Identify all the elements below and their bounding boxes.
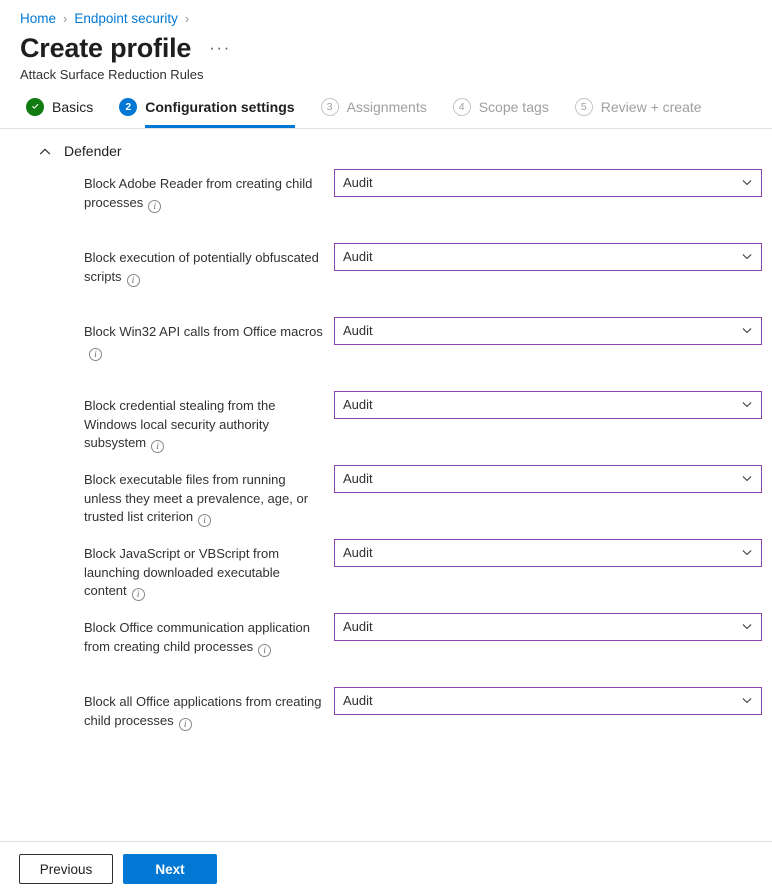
active-tab-indicator [145, 125, 295, 128]
setting-control: Audit [334, 387, 762, 419]
setting-label-text: Block all Office applications from creat… [84, 694, 322, 728]
setting-row: Block execution of potentially obfuscate… [0, 239, 772, 313]
settings-list: Block Adobe Reader from creating child p… [0, 159, 772, 757]
setting-label: Block execution of potentially obfuscate… [84, 239, 334, 287]
setting-label: Block Win32 API calls from Office macros… [84, 313, 334, 361]
wizard-footer: Previous Next [0, 841, 772, 896]
setting-label: Block credential stealing from the Windo… [84, 387, 334, 453]
tab-assignments[interactable]: 3 Assignments [320, 92, 427, 128]
setting-label: Block Adobe Reader from creating child p… [84, 165, 334, 213]
chevron-up-icon [39, 148, 51, 155]
setting-control: Audit [334, 461, 762, 493]
footer-buttons: Previous Next [0, 842, 772, 884]
page-subtitle: Attack Surface Reduction Rules [20, 67, 204, 82]
setting-control: Audit [334, 313, 762, 345]
setting-label-text: Block credential stealing from the Windo… [84, 398, 276, 450]
setting-control: Audit [334, 165, 762, 197]
setting-dropdown[interactable]: Audit [334, 687, 762, 715]
setting-dropdown-value: Audit [343, 249, 373, 264]
setting-dropdown-value: Audit [343, 323, 373, 338]
chevron-down-icon [742, 550, 752, 556]
chevron-down-icon [742, 180, 752, 186]
page-header: Create profile ··· [0, 24, 772, 64]
tab-review-create-label: Review + create [600, 98, 702, 115]
setting-dropdown[interactable]: Audit [334, 465, 762, 493]
tab-scope-tags-label: Scope tags [478, 98, 549, 115]
setting-label-text: Block Win32 API calls from Office macros [84, 324, 323, 339]
section-header-defender[interactable]: Defender [0, 129, 772, 159]
info-icon[interactable]: i [198, 514, 212, 527]
info-icon[interactable]: i [131, 588, 145, 601]
chevron-down-icon [742, 402, 752, 408]
setting-dropdown[interactable]: Audit [334, 169, 762, 197]
info-icon[interactable]: i [148, 199, 162, 213]
step-number-badge: 2 [119, 97, 138, 116]
breadcrumb-item-endpoint-security[interactable]: Endpoint security [74, 11, 178, 26]
breadcrumb: Home › Endpoint security › [0, 0, 772, 26]
tab-configuration-settings[interactable]: 2 Configuration settings [119, 92, 295, 128]
chevron-down-icon [742, 624, 752, 630]
setting-control: Audit [334, 239, 762, 271]
setting-dropdown-value: Audit [343, 693, 373, 708]
setting-row: Block all Office applications from creat… [0, 683, 772, 757]
setting-dropdown[interactable]: Audit [334, 391, 762, 419]
step-complete-icon [26, 97, 44, 116]
setting-control: Audit [334, 609, 762, 641]
chevron-down-icon [742, 698, 752, 704]
step-number-badge: 3 [320, 97, 339, 116]
setting-dropdown-value: Audit [343, 175, 373, 190]
tab-configuration-settings-label: Configuration settings [145, 98, 295, 115]
info-icon[interactable]: i [178, 717, 192, 731]
step-number-badge: 4 [452, 97, 471, 116]
setting-dropdown-value: Audit [343, 619, 373, 634]
setting-dropdown-value: Audit [343, 545, 373, 560]
setting-label-text: Block execution of potentially obfuscate… [84, 250, 319, 284]
setting-dropdown-value: Audit [343, 397, 373, 412]
setting-label: Block all Office applications from creat… [84, 683, 334, 731]
chevron-down-icon [742, 254, 752, 260]
configuration-settings-panel: Defender Block Adobe Reader from creatin… [0, 129, 772, 757]
more-options-icon[interactable]: ··· [205, 39, 234, 57]
breadcrumb-separator-icon: › [63, 10, 68, 26]
setting-row: Block Office communication application f… [0, 609, 772, 683]
tab-assignments-label: Assignments [346, 98, 427, 115]
setting-label: Block Office communication application f… [84, 609, 334, 657]
setting-row: Block Win32 API calls from Office macros… [0, 313, 772, 387]
setting-label-text: Block executable files from running unle… [84, 472, 309, 524]
setting-label-text: Block JavaScript or VBScript from launch… [84, 546, 280, 598]
tab-basics[interactable]: Basics [26, 92, 93, 128]
breadcrumb-separator-icon: › [184, 10, 190, 26]
setting-row: Block executable files from running unle… [0, 461, 772, 535]
setting-row: Block Adobe Reader from creating child p… [0, 165, 772, 239]
breadcrumb-item-home[interactable]: Home [20, 11, 56, 26]
tab-review-create[interactable]: 5 Review + create [574, 92, 702, 128]
section-title-defender: Defender [64, 143, 122, 159]
setting-control: Audit [334, 535, 762, 567]
setting-dropdown[interactable]: Audit [334, 317, 762, 345]
info-icon[interactable]: i [258, 643, 272, 657]
info-icon[interactable]: i [126, 273, 140, 287]
tab-basics-label: Basics [52, 98, 94, 115]
setting-label-text: Block Adobe Reader from creating child p… [84, 176, 313, 210]
info-icon[interactable]: i [151, 440, 165, 453]
step-number-badge: 5 [574, 97, 593, 116]
chevron-down-icon [742, 328, 752, 334]
setting-row: Block credential stealing from the Windo… [0, 387, 772, 461]
page-title: Create profile [20, 33, 192, 63]
setting-label: Block executable files from running unle… [84, 461, 334, 527]
setting-dropdown[interactable]: Audit [334, 243, 762, 271]
setting-label: Block JavaScript or VBScript from launch… [84, 535, 334, 601]
next-button[interactable]: Next [123, 854, 217, 884]
setting-dropdown[interactable]: Audit [334, 539, 762, 567]
previous-button[interactable]: Previous [19, 854, 113, 884]
setting-row: Block JavaScript or VBScript from launch… [0, 535, 772, 609]
wizard-steps: Basics 2 Configuration settings 3 Assign… [0, 84, 772, 128]
info-icon[interactable]: i [89, 347, 102, 361]
setting-label-text: Block Office communication application f… [84, 620, 310, 654]
setting-control: Audit [334, 683, 762, 715]
setting-dropdown[interactable]: Audit [334, 613, 762, 641]
chevron-down-icon [742, 476, 752, 482]
setting-dropdown-value: Audit [343, 471, 373, 486]
tab-scope-tags[interactable]: 4 Scope tags [452, 92, 549, 128]
